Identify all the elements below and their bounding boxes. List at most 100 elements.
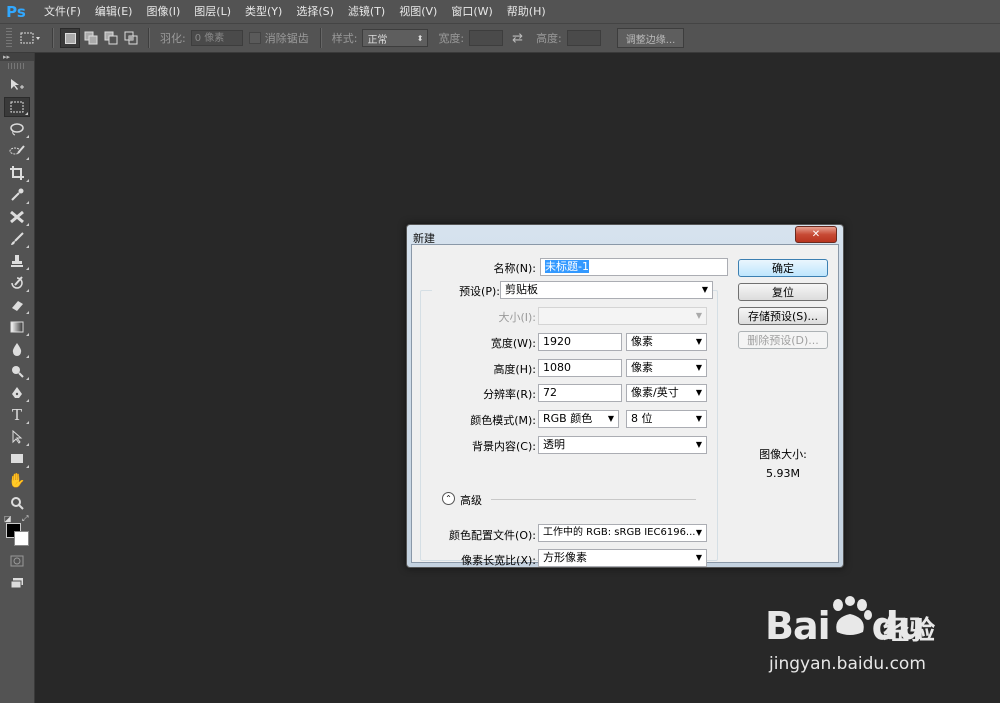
type-tool-icon[interactable]: T — [4, 405, 30, 425]
reset-button[interactable]: 复位 — [738, 283, 828, 301]
advanced-toggle-icon[interactable]: ⌃ — [442, 492, 455, 505]
save-preset-button[interactable]: 存储预设(S)... — [738, 307, 828, 325]
menu-help[interactable]: 帮助(H) — [500, 0, 553, 23]
hand-tool-icon[interactable]: ✋ — [4, 471, 30, 491]
color-mode-label: 颜色模式(M): — [470, 414, 536, 427]
dropdown-arrow-icon: ▼ — [695, 311, 702, 320]
resolution-unit-select[interactable]: 像素/英寸 ▼ — [626, 384, 707, 402]
brush-tool-icon[interactable] — [4, 229, 30, 249]
spot-healing-brush-tool-icon[interactable] — [4, 207, 30, 227]
swap-colors-icon[interactable]: ⤢ — [22, 514, 28, 524]
background-contents-select[interactable]: 透明 ▼ — [538, 436, 707, 454]
width-input[interactable]: 1920 — [538, 333, 622, 351]
menu-image[interactable]: 图像(I) — [139, 0, 187, 23]
gradient-tool-icon[interactable] — [4, 317, 30, 337]
background-color-swatch[interactable] — [14, 531, 29, 546]
intersect-selection-icon[interactable] — [122, 29, 140, 47]
swap-dimensions-icon[interactable]: ⇄ — [512, 31, 523, 46]
ok-button[interactable]: 确定 — [738, 259, 828, 277]
image-size-label: 图像大小: — [759, 448, 807, 461]
eyedropper-tool-icon[interactable] — [4, 185, 30, 205]
pixel-aspect-select[interactable]: 方形像素 ▼ — [538, 549, 707, 567]
dropdown-arrow-icon: ▼ — [695, 363, 702, 372]
options-bar: 羽化: 0 像素 消除锯齿 样式: 正常 ⬍ 宽度: ⇄ 高度: 调整边缘... — [0, 23, 1000, 53]
pixel-aspect-value: 方形像素 — [543, 551, 587, 564]
dialog-body: 名称(N): 未标题-1 预设(P): 剪贴板 ▼ 大小(I): ▼ 宽度(W):… — [411, 244, 839, 567]
screen-mode-icon[interactable] — [4, 573, 30, 593]
watermark-url: jingyan.baidu.com — [769, 654, 926, 674]
tool-preset-picker[interactable] — [16, 28, 46, 48]
preset-select[interactable]: 剪贴板 ▼ — [500, 281, 713, 299]
subtract-from-selection-icon[interactable] — [102, 29, 120, 47]
antialias-checkbox[interactable] — [248, 32, 261, 44]
default-colors-icon[interactable]: ◪ — [4, 514, 12, 523]
marquee-preset-icon — [20, 32, 40, 44]
width-unit-select[interactable]: 像素 ▼ — [626, 333, 707, 351]
dropdown-arrow-icon: ▼ — [695, 388, 702, 397]
color-swatches: ◪ ⤢ — [2, 514, 32, 549]
resolution-input[interactable]: 72 — [538, 384, 622, 402]
rectangular-marquee-tool-icon[interactable] — [4, 97, 30, 117]
add-to-selection-icon[interactable] — [82, 29, 100, 47]
chevron-updown-icon: ⬍ — [416, 33, 424, 43]
menu-select[interactable]: 选择(S) — [289, 0, 341, 23]
delete-preset-button[interactable]: 删除预设(D)... — [738, 331, 828, 349]
quick-mask-icon[interactable] — [4, 551, 30, 571]
background-contents-label: 背景内容(C): — [472, 440, 536, 453]
crop-tool-icon[interactable] — [4, 163, 30, 183]
pixel-aspect-label: 像素长宽比(X): — [461, 554, 536, 567]
tools-panel-collapse-icon[interactable]: ▸▸ — [0, 53, 34, 61]
menu-file[interactable]: 文件(F) — [37, 0, 88, 23]
style-label: 样式: — [331, 32, 358, 45]
antialias-label: 消除锯齿 — [264, 32, 309, 45]
dropdown-arrow-icon: ▼ — [695, 414, 702, 423]
color-mode-value: RGB 颜色 — [543, 412, 593, 425]
width-input[interactable] — [469, 30, 504, 46]
bit-depth-value: 8 位 — [631, 412, 653, 425]
menu-layer[interactable]: 图层(L) — [187, 0, 238, 23]
lasso-tool-icon[interactable] — [4, 119, 30, 139]
history-brush-tool-icon[interactable] — [4, 273, 30, 293]
move-tool-icon[interactable] — [4, 75, 30, 95]
height-input[interactable] — [566, 30, 601, 46]
eraser-tool-icon[interactable] — [4, 295, 30, 315]
style-value: 正常 — [367, 34, 388, 46]
refine-edge-button[interactable]: 调整边缘... — [616, 28, 685, 48]
close-icon[interactable]: ✕ — [795, 226, 837, 243]
name-label: 名称(N): — [493, 262, 536, 275]
size-select[interactable]: ▼ — [538, 307, 707, 325]
new-selection-icon[interactable] — [60, 28, 80, 48]
new-document-dialog: 新建 ✕ 名称(N): 未标题-1 预设(P): 剪贴板 ▼ 大小(I): ▼ 宽… — [406, 224, 844, 568]
dropdown-arrow-icon: ▼ — [695, 553, 702, 562]
rectangle-tool-icon[interactable] — [4, 449, 30, 469]
dropdown-arrow-icon: ▼ — [701, 285, 708, 294]
preset-value: 剪贴板 — [505, 283, 538, 296]
preset-label: 预设(P): — [432, 283, 502, 299]
blur-tool-icon[interactable] — [4, 339, 30, 359]
style-select[interactable]: 正常 ⬍ — [362, 29, 429, 47]
pen-tool-icon[interactable] — [4, 383, 30, 403]
color-profile-select[interactable]: 工作中的 RGB: sRGB IEC6196... ▼ — [538, 524, 707, 542]
options-bar-grip[interactable] — [6, 28, 12, 48]
advanced-label: 高级 — [460, 494, 482, 507]
zoom-tool-icon[interactable] — [4, 493, 30, 513]
quick-selection-tool-icon[interactable] — [4, 141, 30, 161]
bit-depth-select[interactable]: 8 位 ▼ — [626, 410, 707, 428]
feather-input[interactable]: 0 像素 — [190, 30, 243, 46]
height-unit-select[interactable]: 像素 ▼ — [626, 359, 707, 377]
menu-view[interactable]: 视图(V) — [392, 0, 444, 23]
height-input[interactable]: 1080 — [538, 359, 622, 377]
menu-filter[interactable]: 滤镜(T) — [341, 0, 392, 23]
menu-type[interactable]: 类型(Y) — [238, 0, 289, 23]
menu-edit[interactable]: 编辑(E) — [88, 0, 140, 23]
dodge-tool-icon[interactable] — [4, 361, 30, 381]
path-selection-tool-icon[interactable] — [4, 427, 30, 447]
name-input[interactable]: 未标题-1 — [540, 258, 728, 276]
color-mode-select[interactable]: RGB 颜色 ▼ — [538, 410, 619, 428]
width-label: 宽度: — [438, 32, 465, 45]
menu-window[interactable]: 窗口(W) — [444, 0, 499, 23]
height-label: 高度(H): — [493, 363, 536, 376]
clone-stamp-tool-icon[interactable] — [4, 251, 30, 271]
name-value: 未标题-1 — [545, 260, 589, 273]
baidu-jingyan-watermark: Bai du 经验 jingyan.baidu.com — [755, 596, 985, 686]
